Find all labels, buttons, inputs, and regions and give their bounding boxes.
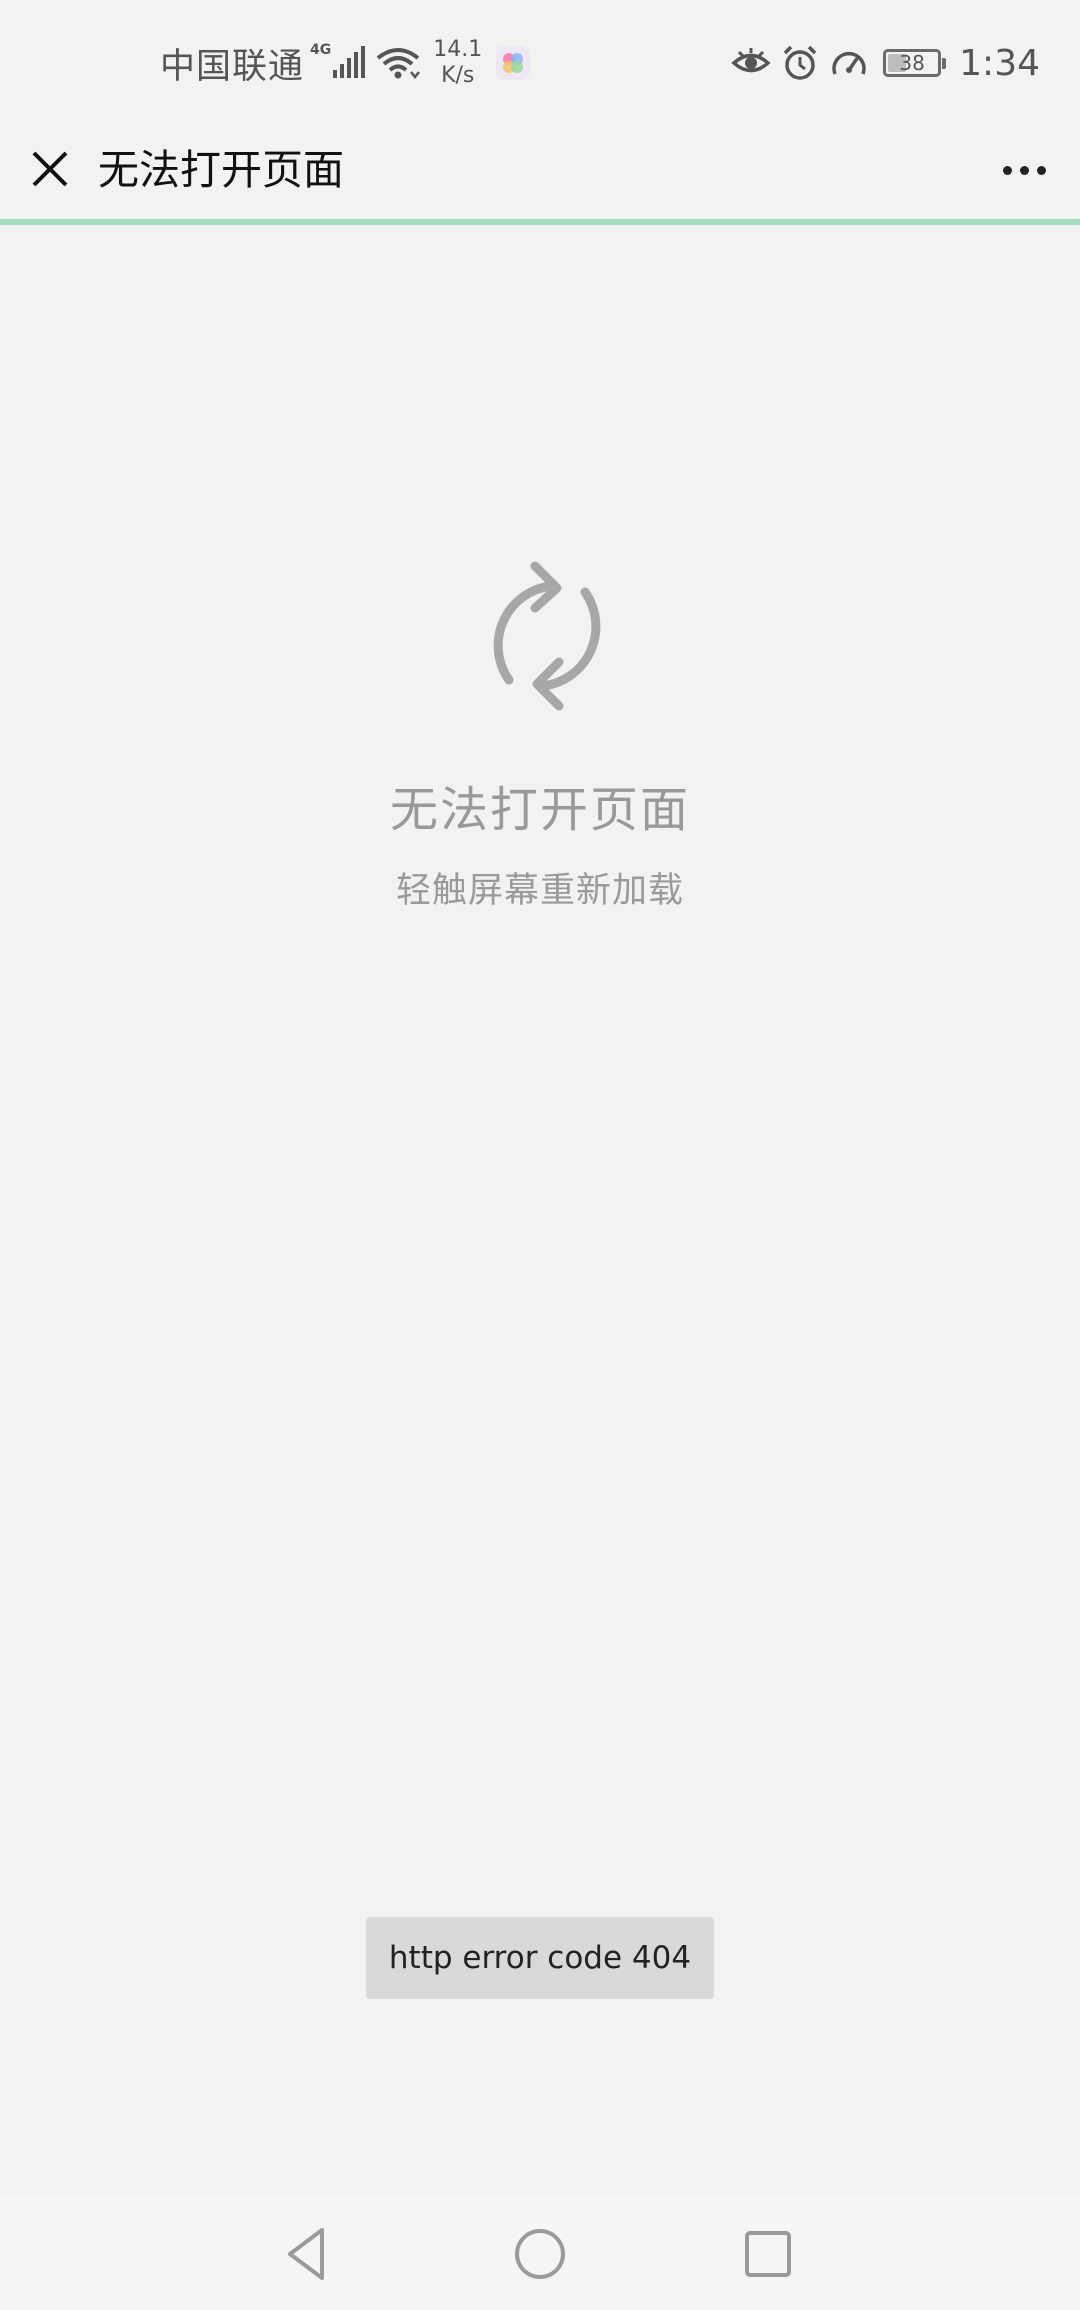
more-icon: [1002, 165, 1012, 175]
battery-level: 38: [899, 51, 925, 75]
data-saver-icon: [832, 51, 866, 75]
network-speed: 14.1 K/s: [433, 37, 482, 89]
reload-hint: 轻触屏幕重新加载: [395, 871, 684, 911]
home-button[interactable]: [510, 2224, 570, 2284]
recents-square-icon: [745, 2231, 791, 2277]
home-circle-icon: [515, 2229, 565, 2279]
more-icon-dot: [1019, 165, 1029, 175]
title-bar: 无法打开页面: [0, 125, 1080, 225]
alarm-icon: [783, 45, 817, 80]
signal-icon: [333, 46, 366, 78]
page-title: 无法打开页面: [98, 146, 344, 194]
app-notification-icon: [496, 46, 531, 80]
status-bar: 中国联通 4G 14.1 K/s 38 1:34: [0, 0, 1080, 125]
speed-unit: K/s: [441, 63, 475, 88]
back-button[interactable]: [278, 2224, 338, 2284]
more-options-button[interactable]: [992, 137, 1056, 203]
wifi-icon: [377, 48, 421, 80]
close-button[interactable]: [22, 141, 78, 197]
screen: 中国联通 4G 14.1 K/s 38 1:34 无法打开页面 无法打开页面 轻…: [0, 0, 1080, 2310]
reload-area[interactable]: 无法打开页面 轻触屏幕重新加载: [0, 550, 1080, 913]
recents-button[interactable]: [738, 2224, 798, 2284]
error-toast: http error code 404: [366, 1917, 714, 1999]
status-right: 38 1:34: [731, 38, 1040, 88]
speed-value: 14.1: [433, 37, 483, 62]
error-title: 无法打开页面: [389, 782, 690, 838]
eye-icon: [731, 48, 771, 73]
carrier-name: 中国联通: [160, 46, 305, 87]
close-icon: [32, 151, 68, 187]
clock: 1:34: [959, 42, 1040, 84]
reload-icon: [493, 561, 601, 711]
status-left: 中国联通 4G 14.1 K/s: [160, 37, 531, 89]
navigation-bar: [0, 2194, 1080, 2310]
back-triangle-icon: [288, 2228, 324, 2280]
loading-progress-bar: [0, 219, 1080, 225]
battery-indicator: 38: [883, 49, 947, 77]
network-type: 4G: [310, 42, 332, 58]
loading-progress-fill: [0, 219, 1080, 225]
more-icon-dot: [1036, 165, 1046, 175]
